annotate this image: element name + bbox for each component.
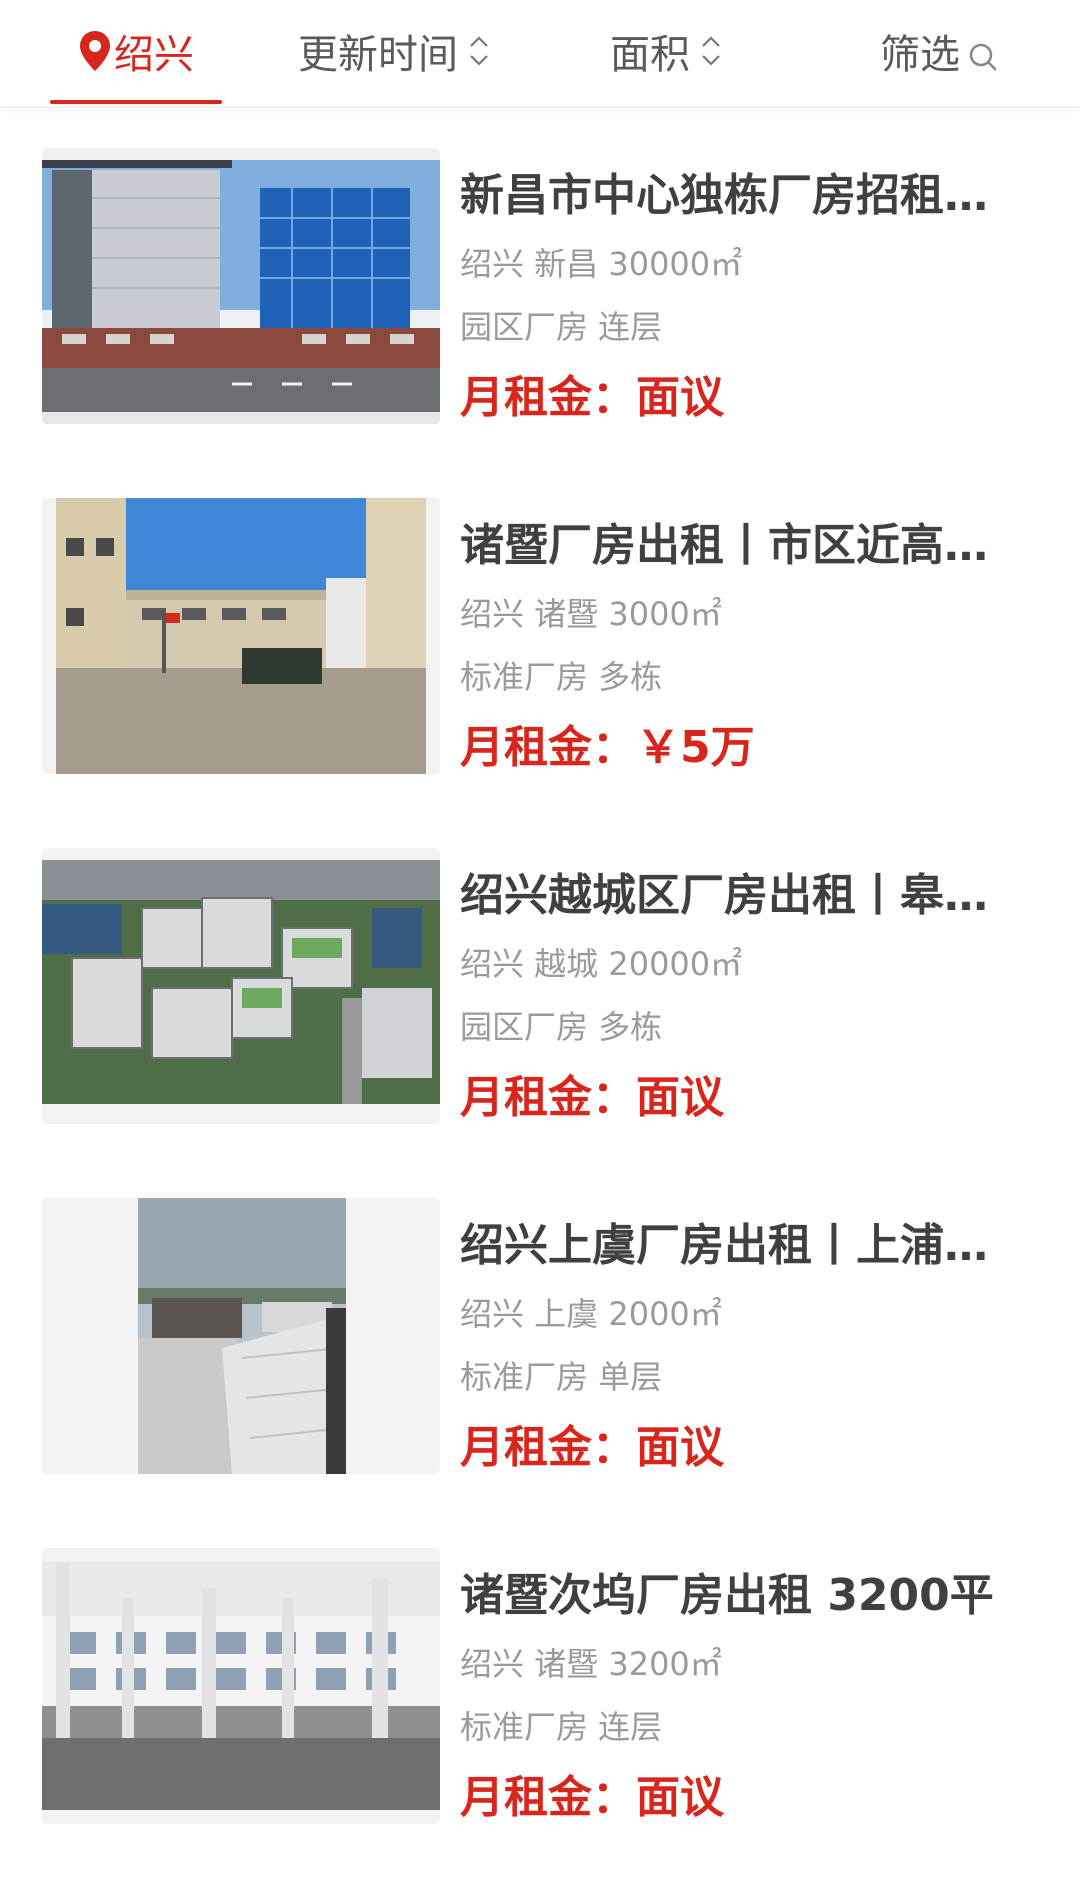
filter-button[interactable]: 筛选 xyxy=(880,0,998,102)
price-label: 月租金： xyxy=(460,372,636,423)
listing-thumbnail-factory-courtyard[interactable] xyxy=(42,498,440,774)
listing-title: 新昌市中心独栋厂房招租… xyxy=(460,170,988,221)
listing-location-area: 绍兴 越城 20000㎡ xyxy=(460,945,743,983)
listing-thumbnail-tent-factory[interactable] xyxy=(42,1198,440,1474)
price-value: 面议 xyxy=(636,372,724,423)
price-label: 月租金： xyxy=(460,722,636,773)
filter-bar: 绍兴 更新时间 面积 筛选 xyxy=(0,0,1080,107)
listing-thumbnail-factory-interior[interactable] xyxy=(42,1548,440,1824)
sort-arrows-icon xyxy=(468,33,490,69)
listing-card[interactable]: 绍兴上虞厂房出租丨上浦… 绍兴 上虞 2000㎡ 标准厂房 单层 月租金：面议 xyxy=(0,1198,1080,1546)
price-value: 面议 xyxy=(636,1072,724,1123)
listing-card[interactable]: 新昌市中心独栋厂房招租… 绍兴 新昌 30000㎡ 园区厂房 连层 月租金：面议 xyxy=(0,148,1080,496)
active-tab-underline xyxy=(50,100,222,104)
listing-location-area: 绍兴 新昌 30000㎡ xyxy=(460,245,743,283)
listing-price: 月租金：面议 xyxy=(460,1070,724,1126)
listing-building-type: 标准厂房 多栋 xyxy=(460,658,663,696)
sort-area-label: 面积 xyxy=(610,32,690,78)
sort-update-time-button[interactable]: 更新时间 xyxy=(298,0,490,102)
listing-building-type: 标准厂房 单层 xyxy=(460,1358,663,1396)
price-value: 面议 xyxy=(636,1422,724,1473)
price-label: 月租金： xyxy=(460,1422,636,1473)
listing-location-area: 绍兴 诸暨 3200㎡ xyxy=(460,1645,722,1683)
listing-price: 月租金：面议 xyxy=(460,1420,724,1476)
listing-building-type: 园区厂房 连层 xyxy=(460,308,663,346)
sort-update-time-label: 更新时间 xyxy=(298,32,458,78)
listing-thumbnail-aerial-park[interactable] xyxy=(42,848,440,1124)
filter-label: 筛选 xyxy=(880,32,960,78)
listing-price: 月租金：面议 xyxy=(460,1770,724,1826)
price-value: 面议 xyxy=(636,1772,724,1823)
listing-building-type: 园区厂房 多栋 xyxy=(460,1008,663,1046)
listing-title: 绍兴越城区厂房出租丨皋… xyxy=(460,870,988,921)
price-label: 月租金： xyxy=(460,1772,636,1823)
listing-title: 诸暨厂房出租丨市区近高… xyxy=(460,520,988,571)
listing-title: 诸暨次坞厂房出租 3200平 xyxy=(460,1570,994,1621)
sort-arrows-icon xyxy=(700,33,722,69)
search-icon xyxy=(968,36,998,71)
listing-card[interactable]: 诸暨次坞厂房出租 3200平 绍兴 诸暨 3200㎡ 标准厂房 连层 月租金：面… xyxy=(0,1548,1080,1896)
listing-card[interactable]: 诸暨厂房出租丨市区近高… 绍兴 诸暨 3000㎡ 标准厂房 多栋 月租金：￥5万 xyxy=(0,498,1080,846)
location-pin-icon xyxy=(78,30,112,72)
price-value: ￥5万 xyxy=(636,722,755,773)
listing-location-area: 绍兴 诸暨 3000㎡ xyxy=(460,595,722,633)
price-label: 月租金： xyxy=(460,1072,636,1123)
listing-thumbnail-glass-factory[interactable] xyxy=(42,148,440,424)
listing-card[interactable]: 绍兴越城区厂房出租丨皋… 绍兴 越城 20000㎡ 园区厂房 多栋 月租金：面议 xyxy=(0,848,1080,1196)
listing-price: 月租金：面议 xyxy=(460,370,724,426)
listing-building-type: 标准厂房 连层 xyxy=(460,1708,663,1746)
city-selector[interactable]: 绍兴 xyxy=(50,0,222,104)
listing-title: 绍兴上虞厂房出租丨上浦… xyxy=(460,1220,988,1271)
city-label: 绍兴 xyxy=(114,32,194,78)
sort-area-button[interactable]: 面积 xyxy=(610,0,722,102)
listing-location-area: 绍兴 上虞 2000㎡ xyxy=(460,1295,722,1333)
listing-price: 月租金：￥5万 xyxy=(460,720,755,776)
